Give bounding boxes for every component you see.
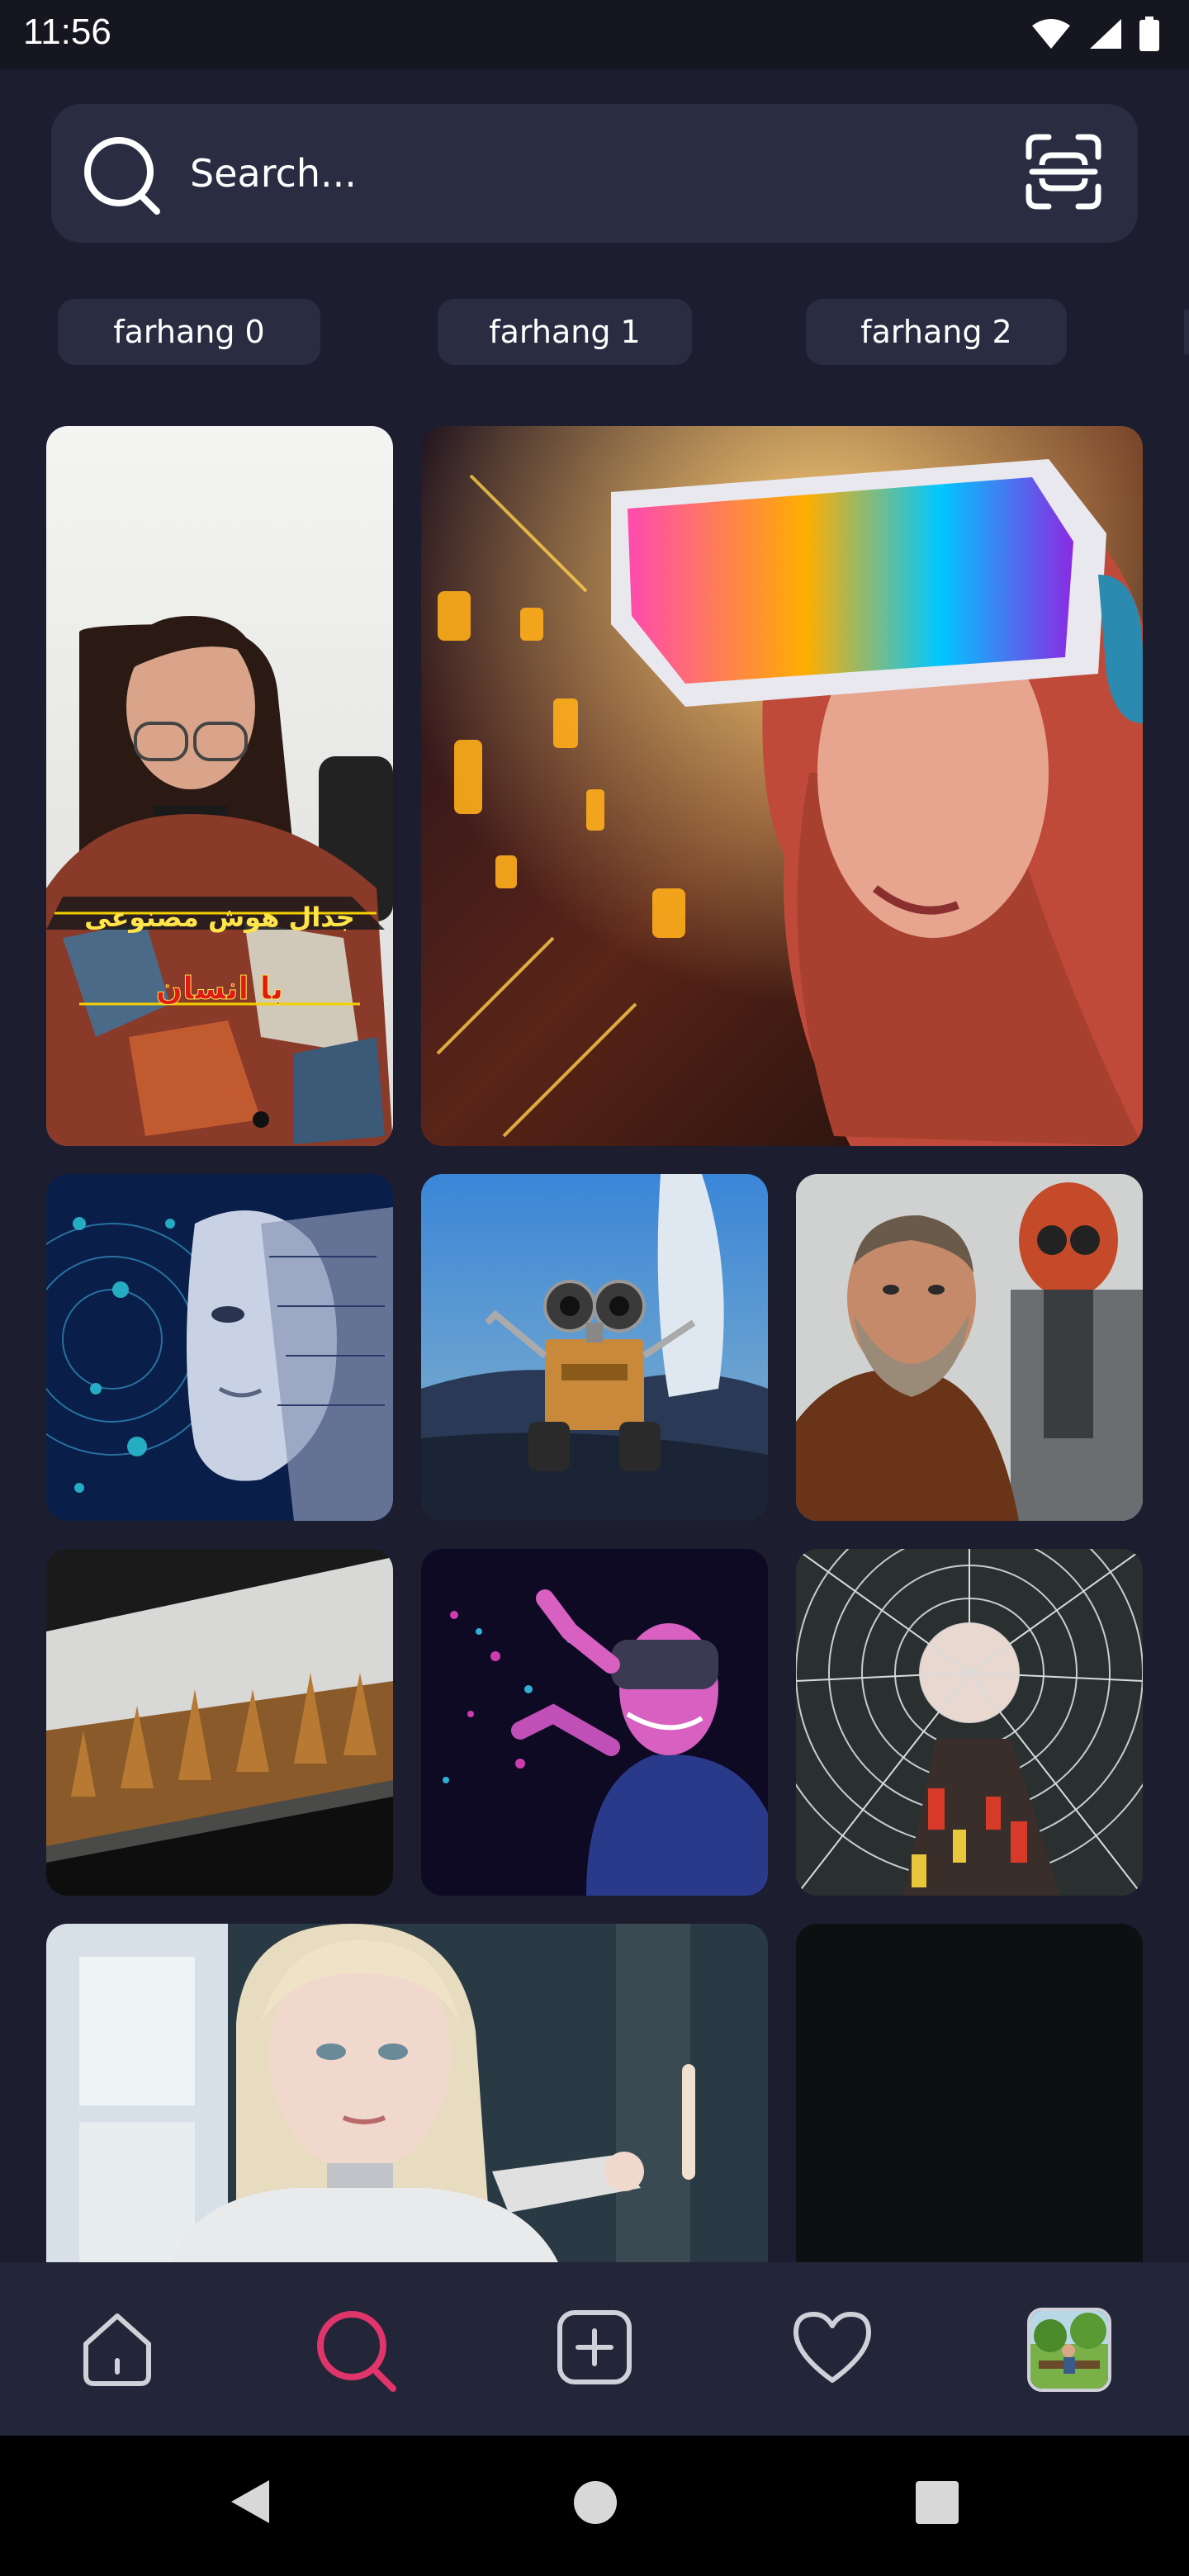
grid-item-vr-woman[interactable] bbox=[421, 426, 1143, 1146]
grid-item-circuit-face[interactable] bbox=[46, 1174, 393, 1521]
bottom-navigation bbox=[0, 2262, 1189, 2436]
search-bar[interactable] bbox=[51, 104, 1138, 243]
status-icons bbox=[1030, 17, 1159, 51]
search-icon bbox=[84, 137, 160, 215]
chip-farhang-2[interactable]: farhang 2 bbox=[806, 299, 1067, 365]
category-chips: farhang 0 farhang 1 farhang 2 bbox=[0, 299, 1189, 368]
search-icon[interactable] bbox=[314, 2308, 400, 2394]
grid-item-man-robot[interactable] bbox=[796, 1174, 1143, 1521]
grid-item-atrium[interactable] bbox=[796, 1549, 1143, 1896]
chip-farhang-1[interactable]: farhang 1 bbox=[438, 299, 692, 365]
system-navigation-bar bbox=[0, 2436, 1189, 2576]
signal-icon bbox=[1090, 19, 1121, 49]
grid-item-android-girl[interactable] bbox=[46, 1924, 768, 2262]
home-circle-icon[interactable] bbox=[573, 2480, 618, 2525]
chip-scroll-edge bbox=[1184, 309, 1189, 355]
grid-item-robot[interactable] bbox=[421, 1174, 768, 1521]
video-overlay-subtitle: با انسان bbox=[156, 970, 283, 1006]
recents-icon[interactable] bbox=[915, 2480, 959, 2525]
status-time: 11:56 bbox=[23, 12, 111, 52]
grid-item-forest[interactable] bbox=[46, 1549, 393, 1896]
status-bar: 11:56 bbox=[0, 0, 1189, 69]
back-icon[interactable] bbox=[225, 2475, 274, 2528]
grid-item-vr-neon[interactable] bbox=[421, 1549, 768, 1896]
wifi-icon bbox=[1032, 19, 1070, 49]
video-overlay-title: جدال هوش مصنوعی bbox=[84, 902, 355, 933]
chip-farhang-0[interactable]: farhang 0 bbox=[58, 299, 320, 365]
home-icon[interactable] bbox=[76, 2308, 159, 2390]
grid-item-video[interactable]: جدال هوش مصنوعی با انسان bbox=[46, 426, 393, 1146]
add-post-icon[interactable] bbox=[555, 2308, 634, 2387]
scan-icon[interactable] bbox=[1024, 132, 1103, 211]
battery-icon bbox=[1139, 17, 1159, 51]
search-input[interactable] bbox=[190, 137, 933, 210]
grid-item-dark[interactable] bbox=[796, 1924, 1143, 2262]
profile-avatar[interactable] bbox=[1027, 2308, 1111, 2392]
heart-icon[interactable] bbox=[789, 2308, 875, 2387]
